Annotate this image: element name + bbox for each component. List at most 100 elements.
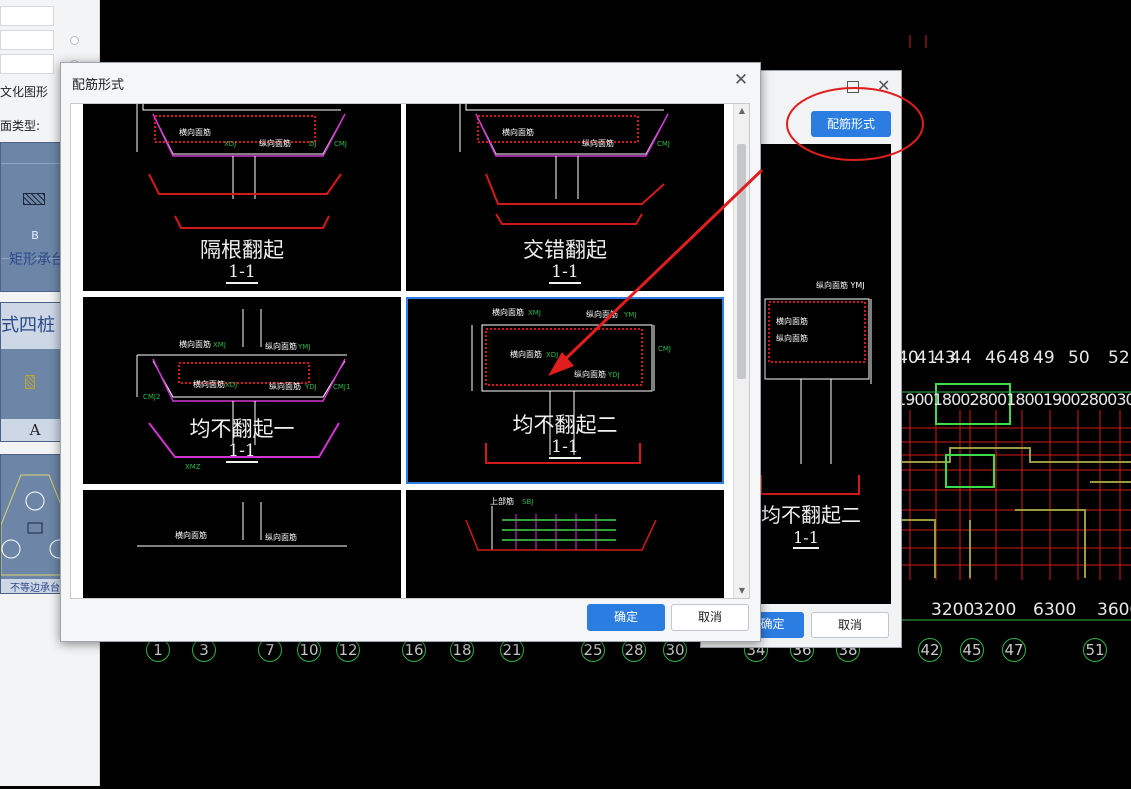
- option-6-drawing: 上部筋 SBJ: [465, 496, 657, 551]
- option-tile-no-bend-1[interactable]: 横向面筋 XMJ 纵向面筋 YMJ 横向面筋 XDJ 纵向面筋 YDJ CMJ2…: [83, 297, 401, 484]
- preview-name: 均不翻起二: [761, 503, 861, 527]
- nb1-label-xmz: XMZ: [185, 463, 201, 471]
- left-title: 文化图形: [0, 85, 49, 99]
- option-section: 1-1: [406, 262, 724, 284]
- section-label: 1-1: [549, 437, 581, 459]
- preview-section: 1-1: [761, 528, 851, 549]
- scroll-up-icon[interactable]: ▲: [737, 106, 747, 116]
- nb1-label-longitudinal: 纵向面筋: [265, 341, 297, 351]
- thumb-rect-shape: [1, 163, 67, 259]
- nb2-label-transverse-2: 横向面筋: [510, 349, 542, 359]
- thumb-irregular-cap[interactable]: 不等边承台: [0, 454, 68, 594]
- section-label: 1-1: [549, 262, 581, 284]
- nb2-label-ymj: YMJ: [623, 311, 636, 319]
- rebar-option-list[interactable]: 横向面筋 XDJ 纵向面筋 DJ CMJ 隔根翻起 1-1 横向面筋 纵向面筋 …: [70, 103, 750, 599]
- hatch-icon: [23, 193, 45, 205]
- maximize-icon[interactable]: [847, 81, 859, 93]
- thumb-rect-cap[interactable]: B 矩形承台: [0, 142, 68, 292]
- option-name: 均不翻起一: [189, 417, 295, 441]
- bg-cancel-button[interactable]: 取消: [811, 612, 889, 638]
- thumb-four-pile[interactable]: 式四桩 A: [0, 302, 68, 442]
- option-tile-no-bend-2[interactable]: 横向面筋 XMJ 纵向面筋 YMJ 横向面筋 XDJ 纵向面筋 YDJ CMJ …: [406, 297, 724, 484]
- dimension-row: 190018002800180019002800300018: [896, 390, 1131, 409]
- thumb-label-irregular: 不等边承台: [1, 579, 67, 593]
- section-label: 1-1: [226, 441, 258, 463]
- nb2-label-longitudinal-2: 纵向面筋: [574, 369, 606, 379]
- opt6-label-top: 上部筋: [490, 496, 514, 506]
- axis-top-46: 46: [985, 348, 1007, 368]
- irregular-cap-drawing: [1, 474, 67, 576]
- left-radio-1[interactable]: [70, 36, 79, 45]
- nb1-label-longitudinal-2: 纵向面筋: [269, 381, 301, 391]
- nb2-label-cmj: CMJ: [658, 345, 671, 353]
- dim-6300: 6300: [1033, 600, 1077, 620]
- option-tile-6[interactable]: 上部筋 SBJ: [406, 490, 724, 598]
- staggered-label-longitudinal: 纵向面筋: [582, 138, 614, 148]
- skip-bar-label-xdj: XDJ: [224, 140, 236, 148]
- svg-text:横向面筋: 横向面筋: [776, 316, 808, 326]
- scroll-down-icon[interactable]: ▼: [737, 586, 747, 596]
- thumb-label-rect: 矩形承台: [9, 252, 65, 268]
- svg-text:纵向面筋 YMJ: 纵向面筋 YMJ: [816, 280, 865, 290]
- skip-bar-label-cmj: CMJ: [334, 140, 347, 148]
- nb1-label-cmj2: CMJ2: [143, 393, 160, 401]
- option-tile-skip-bar[interactable]: 横向面筋 XDJ 纵向面筋 DJ CMJ 隔根翻起 1-1: [83, 104, 401, 291]
- left-input-1[interactable]: [0, 6, 54, 26]
- nb2-label-xmj: XMJ: [528, 309, 541, 317]
- thumb-letter-b: B: [31, 229, 39, 242]
- nb2-label-ydj: YDJ: [607, 371, 620, 379]
- dialog-title: 配筋形式: [72, 78, 125, 93]
- option-name: 均不翻起二: [512, 413, 618, 437]
- dim-3200-b: 3200: [973, 600, 1017, 620]
- close-icon[interactable]: ✕: [732, 71, 750, 89]
- nb1-label-xmj: XMJ: [213, 341, 226, 349]
- dim-3200-a: 3200: [931, 600, 975, 620]
- opt6-label-sbj: SBJ: [522, 498, 533, 506]
- axis-circle-42: 42: [918, 638, 942, 662]
- list-scrollbar[interactable]: ▲ ▼: [733, 104, 749, 598]
- preview-section-label: 1-1: [793, 528, 819, 549]
- dim-3600: 3600: [1097, 600, 1131, 620]
- opt5-label-transverse: 横向面筋: [175, 530, 207, 540]
- option-name: 交错翻起: [523, 238, 607, 262]
- rebar-form-dialog: 配筋形式 ✕ 横向面筋 XDJ 纵向面筋 DJ CMJ 隔根翻起 1-1 横向面…: [60, 62, 761, 642]
- skip-bar-label-transverse: 横向面筋: [179, 127, 211, 137]
- staggered-label-transverse: 横向面筋: [502, 127, 534, 137]
- section-label: 1-1: [226, 262, 258, 284]
- close-icon[interactable]: ✕: [877, 76, 890, 95]
- axis-circle-45: 45: [960, 638, 984, 662]
- nb1-label-ydj: YDJ: [304, 383, 317, 391]
- left-input-2[interactable]: [0, 30, 54, 50]
- option-section: 1-1: [406, 437, 724, 459]
- section-type-label: 面类型:: [0, 119, 41, 133]
- bottom-axis-row: 1 3 7 10 12 16 18 21 25 28 30 34 36 38 4…: [0, 638, 1131, 668]
- left-input-3[interactable]: [0, 54, 54, 74]
- axis-circle-47: 47: [1002, 638, 1026, 662]
- option-section: 1-1: [83, 262, 401, 284]
- axis-circle-51: 51: [1083, 638, 1107, 662]
- nb2-label-xdj: XDJ: [546, 351, 558, 359]
- option-5-drawing: 横向面筋 纵向面筋: [137, 502, 347, 547]
- nb1-label-transverse: 横向面筋: [179, 339, 211, 349]
- option-name: 隔根翻起: [200, 238, 284, 262]
- option-tile-staggered[interactable]: 横向面筋 纵向面筋 CMJ 交错翻起 1-1: [406, 104, 724, 291]
- scroll-thumb[interactable]: [737, 144, 746, 379]
- option-tile-5[interactable]: 横向面筋 纵向面筋: [83, 490, 401, 598]
- opt5-label-longitudinal: 纵向面筋: [265, 532, 297, 542]
- nb2-label-transverse: 横向面筋: [492, 307, 524, 317]
- hatch-icon-2: [25, 375, 35, 389]
- nb1-label-ymj: YMJ: [297, 343, 310, 351]
- staggered-label-cmj: CMJ: [657, 140, 670, 148]
- rebar-preview: 纵向面筋 YMJ 横向面筋 纵向面筋 均不翻起二 1-1: [760, 144, 891, 604]
- cancel-button[interactable]: 取消: [671, 604, 749, 631]
- ok-button[interactable]: 确定: [587, 604, 665, 631]
- axis-top-48: 48: [1008, 348, 1030, 368]
- rebar-form-button[interactable]: 配筋形式: [811, 111, 891, 137]
- skip-bar-label-longitudinal: 纵向面筋: [259, 138, 291, 148]
- axis-top-49: 49: [1033, 348, 1055, 368]
- axis-top-52: 52: [1108, 348, 1130, 368]
- svg-text:纵向面筋: 纵向面筋: [776, 333, 808, 343]
- axis-top-44: 44: [950, 348, 972, 368]
- skip-bar-label-dj: DJ: [309, 140, 316, 148]
- nb2-label-longitudinal: 纵向面筋: [586, 309, 618, 319]
